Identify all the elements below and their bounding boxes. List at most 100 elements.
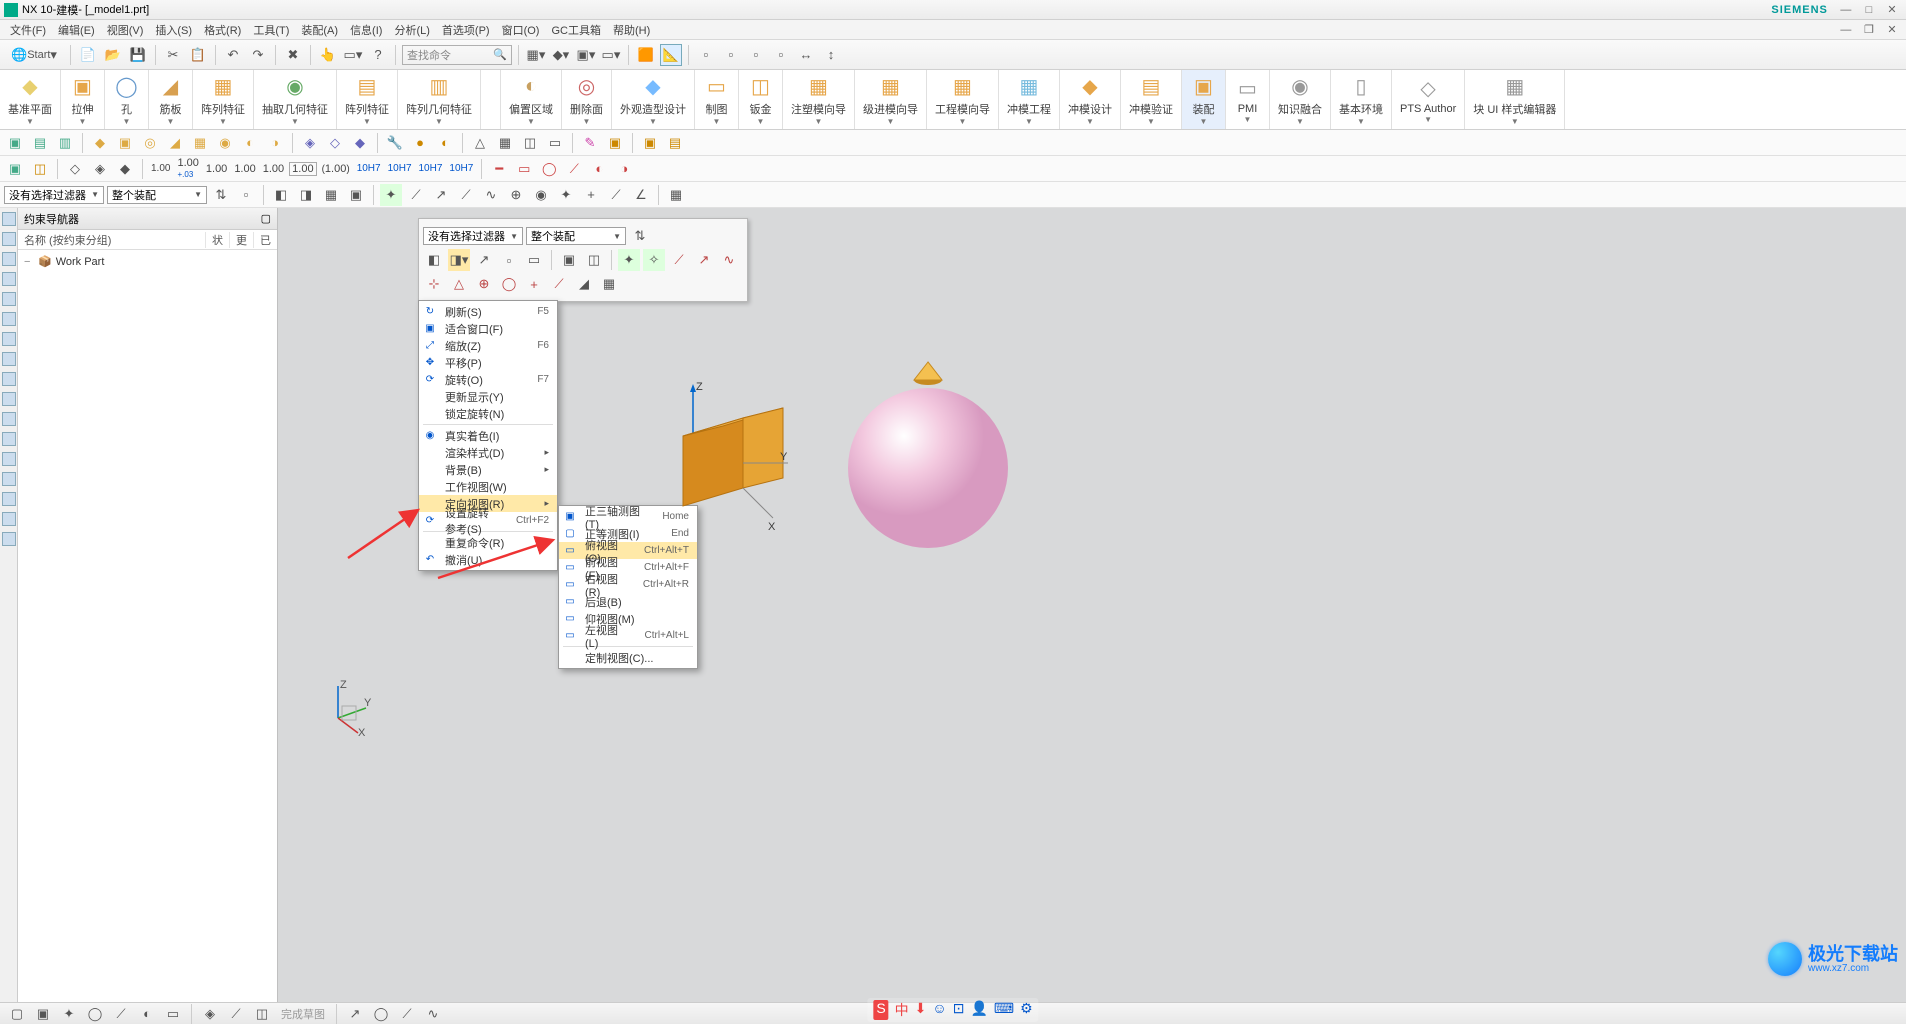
float-icon[interactable]: ✦ bbox=[618, 249, 640, 271]
tool6-icon[interactable]: 📐 bbox=[660, 44, 682, 66]
sb-icon[interactable]: ◯ bbox=[84, 1003, 106, 1025]
t2-icon[interactable]: ✎ bbox=[579, 132, 601, 154]
t2-icon[interactable]: ◢ bbox=[164, 132, 186, 154]
rail-icon[interactable] bbox=[2, 432, 16, 446]
float-icon[interactable]: △ bbox=[448, 273, 470, 295]
float-icon[interactable]: ⇅ bbox=[629, 225, 651, 247]
menu-item[interactable]: ▣适合窗口(F) bbox=[419, 320, 557, 337]
sb-icon[interactable]: ⟋ bbox=[225, 1003, 247, 1025]
t2-icon[interactable]: ▭ bbox=[544, 132, 566, 154]
menu-format[interactable]: 格式(R) bbox=[198, 22, 247, 38]
t4-icon[interactable]: ◧ bbox=[270, 184, 292, 206]
doc-close-button[interactable]: ✕ bbox=[1882, 23, 1902, 36]
t4-icon[interactable]: ▣ bbox=[345, 184, 367, 206]
tol-value[interactable]: 1.00+.03 bbox=[175, 157, 200, 180]
menu-item[interactable]: ▭右视图(R)Ctrl+Alt+R bbox=[559, 576, 697, 593]
menu-window[interactable]: 窗口(O) bbox=[496, 22, 546, 38]
t3-icon[interactable]: ⟋ bbox=[563, 158, 585, 180]
menu-item[interactable]: 重复命令(R)▸ bbox=[419, 534, 557, 551]
t3-icon[interactable]: ◑ bbox=[613, 158, 635, 180]
tol-value[interactable]: 10H7 bbox=[355, 163, 383, 174]
t4-icon[interactable]: ▫ bbox=[235, 184, 257, 206]
copy-icon[interactable]: 📋 bbox=[187, 44, 209, 66]
rail-icon[interactable] bbox=[2, 452, 16, 466]
t3-icon[interactable]: ◫ bbox=[29, 158, 51, 180]
graphics-viewport[interactable]: 没有选择过滤器▼ 整个装配▼ ⇅ ◧ ◨▾ ↗ ▫ ▭ ▣ ◫ ✦ ✧ ⟋ ↗ … bbox=[278, 208, 1906, 1002]
window-icon[interactable]: ▭▾ bbox=[342, 44, 364, 66]
tool7-icon[interactable]: ▫ bbox=[695, 44, 717, 66]
cut-icon[interactable]: ✂ bbox=[162, 44, 184, 66]
snap-icon[interactable]: ⊕ bbox=[505, 184, 527, 206]
t3-icon[interactable]: ━ bbox=[488, 158, 510, 180]
tool9-icon[interactable]: ▫ bbox=[745, 44, 767, 66]
t2-icon[interactable]: ◈ bbox=[299, 132, 321, 154]
t2-icon[interactable]: ▥ bbox=[54, 132, 76, 154]
menu-item[interactable]: ✥平移(P) bbox=[419, 354, 557, 371]
rail-icon[interactable] bbox=[2, 272, 16, 286]
menu-item[interactable]: 锁定旋转(N) bbox=[419, 405, 557, 422]
t2-icon[interactable]: ▤ bbox=[664, 132, 686, 154]
ribbon-阵列特征[interactable]: ▤阵列特征▼ bbox=[337, 70, 398, 129]
ribbon-PTS Author[interactable]: ◇PTS Author▼ bbox=[1392, 70, 1465, 129]
menu-pref[interactable]: 首选项(P) bbox=[436, 22, 496, 38]
sb-icon[interactable]: ✦ bbox=[58, 1003, 80, 1025]
ribbon-拉伸[interactable]: ▣拉伸▼ bbox=[61, 70, 105, 129]
rail-icon[interactable] bbox=[2, 292, 16, 306]
rail-icon[interactable] bbox=[2, 532, 16, 546]
tool2-icon[interactable]: ◆▾ bbox=[550, 44, 572, 66]
float-icon[interactable]: ▫ bbox=[498, 249, 520, 271]
menu-help[interactable]: 帮助(H) bbox=[607, 22, 656, 38]
snap-icon[interactable]: ✦ bbox=[555, 184, 577, 206]
ribbon-删除面[interactable]: ◎删除面▼ bbox=[562, 70, 612, 129]
sb-icon[interactable]: ◯ bbox=[370, 1003, 392, 1025]
snap-icon[interactable]: ◉ bbox=[530, 184, 552, 206]
ribbon-偏置区域[interactable]: ◐偏置区域▼ bbox=[501, 70, 562, 129]
t2-icon[interactable]: ◆ bbox=[89, 132, 111, 154]
menu-item[interactable]: 背景(B)▸ bbox=[419, 461, 557, 478]
menu-item[interactable]: 工作视图(W) bbox=[419, 478, 557, 495]
float-icon[interactable]: + bbox=[523, 273, 545, 295]
float-icon[interactable]: ◫ bbox=[583, 249, 605, 271]
ribbon-基准平面[interactable]: ◆基准平面▼ bbox=[0, 70, 61, 129]
ribbon-工程模向导[interactable]: ▦工程模向导▼ bbox=[927, 70, 999, 129]
t2-icon[interactable]: ◐ bbox=[434, 132, 456, 154]
t2-icon[interactable]: ▣ bbox=[639, 132, 661, 154]
nav-col[interactable]: 已 bbox=[253, 232, 277, 248]
t3-icon[interactable]: ▭ bbox=[513, 158, 535, 180]
rail-icon[interactable] bbox=[2, 252, 16, 266]
ribbon-gap[interactable] bbox=[481, 70, 501, 129]
rail-icon[interactable] bbox=[2, 492, 16, 506]
t2-icon[interactable]: ◑ bbox=[264, 132, 286, 154]
snap-icon[interactable]: ✦ bbox=[380, 184, 402, 206]
t3-icon[interactable]: ◐ bbox=[588, 158, 610, 180]
menu-item[interactable]: ↻刷新(S)F5 bbox=[419, 303, 557, 320]
ribbon-冲模设计[interactable]: ◆冲模设计▼ bbox=[1060, 70, 1121, 129]
save-icon[interactable]: 💾 bbox=[127, 44, 149, 66]
rail-icon[interactable] bbox=[2, 392, 16, 406]
rail-icon[interactable] bbox=[2, 312, 16, 326]
float-icon[interactable]: ◧ bbox=[423, 249, 445, 271]
t2-icon[interactable]: ▦ bbox=[189, 132, 211, 154]
t4-icon[interactable]: ◨ bbox=[295, 184, 317, 206]
menu-item[interactable]: ▭后退(B) bbox=[559, 593, 697, 610]
t2-icon[interactable]: ● bbox=[409, 132, 431, 154]
t2-icon[interactable]: ▦ bbox=[494, 132, 516, 154]
tol-value[interactable]: 1.00 bbox=[289, 162, 316, 176]
model-cube[interactable]: Z Y X bbox=[648, 378, 788, 548]
command-search[interactable]: 查找命令🔍 bbox=[402, 45, 512, 65]
menu-insert[interactable]: 插入(S) bbox=[149, 22, 198, 38]
snap-icon[interactable]: + bbox=[580, 184, 602, 206]
tool5-icon[interactable]: 🟧 bbox=[635, 44, 657, 66]
doc-restore-button[interactable]: ❐ bbox=[1859, 23, 1879, 36]
ribbon-基本环境[interactable]: ▯基本环境▼ bbox=[1331, 70, 1392, 129]
touch-icon[interactable]: 👆 bbox=[317, 44, 339, 66]
rail-icon[interactable] bbox=[2, 332, 16, 346]
ribbon-抽取几何特征[interactable]: ◉抽取几何特征▼ bbox=[254, 70, 337, 129]
sb-icon[interactable]: ⟋ bbox=[396, 1003, 418, 1025]
minimize-button[interactable]: — bbox=[1836, 4, 1856, 16]
float-icon[interactable]: ◢ bbox=[573, 273, 595, 295]
rail-icon[interactable] bbox=[2, 372, 16, 386]
float-icon[interactable]: ∿ bbox=[718, 249, 740, 271]
tool10-icon[interactable]: ▫ bbox=[770, 44, 792, 66]
menu-view[interactable]: 视图(V) bbox=[101, 22, 150, 38]
